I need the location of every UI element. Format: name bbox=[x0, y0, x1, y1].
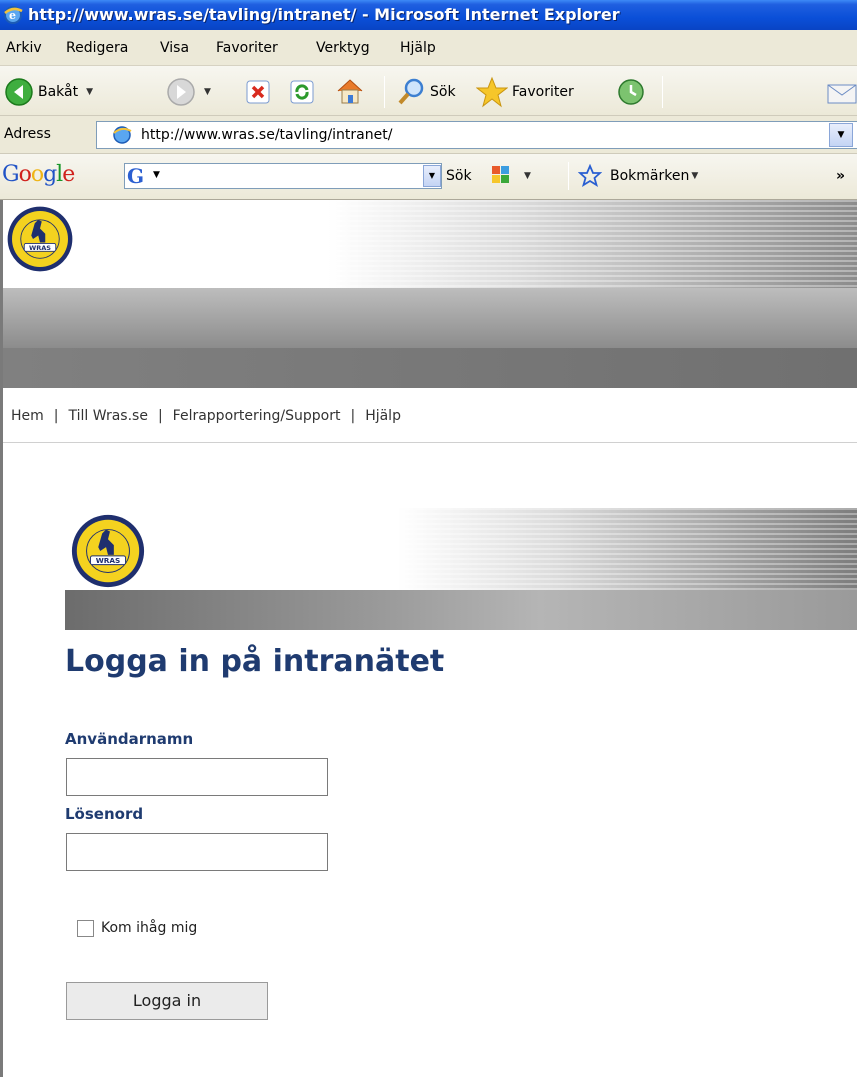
refresh-icon bbox=[290, 80, 314, 104]
page-icon bbox=[113, 126, 132, 144]
chevron-down-icon: ▼ bbox=[691, 171, 699, 181]
divider bbox=[3, 442, 857, 443]
stop-button[interactable] bbox=[244, 76, 272, 108]
search-button[interactable]: Sök bbox=[396, 76, 456, 108]
google-logo-letter: e bbox=[62, 162, 75, 187]
google-g-icon: G bbox=[127, 164, 145, 188]
back-button[interactable]: Bakåt ▼ bbox=[4, 76, 93, 108]
chevron-down-icon: ▼ bbox=[204, 87, 211, 97]
page-title: Logga in på intranätet bbox=[65, 644, 445, 679]
header-banner bbox=[3, 200, 857, 288]
window-title-bar: e http://www.wras.se/tavling/intranet/ -… bbox=[0, 0, 857, 30]
google-logo-letter: o bbox=[30, 162, 44, 187]
menu-redigera[interactable]: Redigera bbox=[66, 40, 128, 56]
address-label: Adress bbox=[4, 126, 51, 142]
google-logo-letter: o bbox=[18, 162, 32, 187]
google-logo: Google bbox=[2, 162, 75, 187]
history-button[interactable] bbox=[616, 76, 646, 108]
address-dropdown-button[interactable]: ▼ bbox=[829, 123, 853, 147]
bookmarks-button[interactable]: Bokmärken ▼ bbox=[578, 162, 698, 190]
stop-icon bbox=[246, 80, 270, 104]
wras-logo-large: WRAS bbox=[71, 514, 145, 588]
favorites-button[interactable]: Favoriter bbox=[476, 76, 574, 108]
google-logo-letter: G bbox=[2, 162, 20, 187]
password-label: Lösenord bbox=[65, 805, 144, 823]
svg-text:e: e bbox=[9, 9, 16, 22]
nav-link-wras[interactable]: Till Wras.se bbox=[69, 408, 148, 424]
chevron-down-icon: ▼ bbox=[86, 87, 94, 97]
login-gray-bar bbox=[65, 590, 857, 630]
header-gray-bar bbox=[3, 288, 857, 348]
login-button[interactable]: Logga in bbox=[66, 982, 268, 1020]
address-bar: Adress http://www.wras.se/tavling/intran… bbox=[0, 116, 857, 154]
menu-favoriter[interactable]: Favoriter bbox=[216, 40, 278, 56]
google-search-label: Sök bbox=[446, 168, 472, 184]
password-input[interactable] bbox=[66, 833, 328, 871]
refresh-button[interactable] bbox=[288, 76, 316, 108]
favorites-label: Favoriter bbox=[512, 84, 574, 100]
google-options-button[interactable]: ▼ bbox=[486, 162, 531, 190]
address-url: http://www.wras.se/tavling/intranet/ bbox=[141, 127, 393, 143]
web-page: WRAS Hem | Till Wras.se | Felrapportering/Su… bbox=[0, 200, 857, 1077]
menu-bar: Arkiv Redigera Visa Favoriter Verktyg Hj… bbox=[0, 30, 857, 66]
bookmarks-label: Bokmärken bbox=[610, 168, 690, 184]
star-outline-icon bbox=[578, 164, 602, 187]
search-icon bbox=[398, 78, 424, 105]
overflow-chevron-icon: » bbox=[836, 168, 846, 184]
google-search-input[interactable]: G ▼ ▼ bbox=[124, 163, 442, 189]
remember-me-label: Kom ihåg mig bbox=[101, 920, 198, 936]
top-navigation: Hem | Till Wras.se | Felrapportering/Support… bbox=[11, 408, 401, 424]
remember-me-checkbox[interactable] bbox=[77, 920, 94, 937]
back-label: Bakåt bbox=[38, 84, 79, 100]
home-button[interactable] bbox=[334, 76, 366, 108]
mail-button[interactable] bbox=[826, 76, 857, 108]
menu-visa[interactable]: Visa bbox=[160, 40, 189, 56]
logo-text: WRAS bbox=[96, 556, 121, 565]
home-icon bbox=[337, 79, 363, 104]
menu-arkiv[interactable]: Arkiv bbox=[6, 40, 42, 56]
username-input[interactable] bbox=[66, 758, 328, 796]
window-title: http://www.wras.se/tavling/intranet/ - M… bbox=[28, 5, 620, 24]
search-label: Sök bbox=[430, 84, 456, 100]
forward-arrow-icon bbox=[167, 78, 195, 106]
address-input[interactable]: http://www.wras.se/tavling/intranet/ ▼ bbox=[96, 121, 857, 149]
wras-logo: WRAS bbox=[7, 206, 73, 272]
history-icon bbox=[618, 79, 644, 105]
ie-logo-icon: e bbox=[4, 6, 23, 24]
header-dark-bar bbox=[3, 348, 857, 388]
menu-hjalp[interactable]: Hjälp bbox=[400, 40, 436, 56]
toolbar-overflow-button[interactable]: » bbox=[836, 162, 845, 190]
nav-link-support[interactable]: Felrapportering/Support bbox=[173, 408, 341, 424]
google-search-button[interactable]: Sök bbox=[446, 162, 472, 190]
username-label: Användarnamn bbox=[65, 730, 194, 748]
google-toolbar: Google G ▼ ▼ Sök ▼ Bokmärken ▼ » bbox=[0, 154, 857, 200]
chevron-down-icon: ▼ bbox=[524, 171, 531, 181]
google-logo-letter: g bbox=[43, 162, 57, 187]
logo-text: WRAS bbox=[29, 244, 51, 252]
back-arrow-icon bbox=[5, 78, 33, 106]
login-banner bbox=[65, 508, 857, 590]
puzzle-icon bbox=[492, 166, 509, 183]
standard-toolbar: Bakåt ▼ ▼ Sök Favoriter bbox=[0, 66, 857, 116]
nav-link-help[interactable]: Hjälp bbox=[365, 408, 401, 424]
google-search-dropdown[interactable]: ▼ bbox=[423, 165, 441, 187]
menu-verktyg[interactable]: Verktyg bbox=[316, 40, 370, 56]
nav-link-home[interactable]: Hem bbox=[11, 408, 44, 424]
mail-icon bbox=[827, 84, 857, 104]
chevron-down-icon: ▼ bbox=[153, 170, 160, 180]
star-icon bbox=[476, 76, 508, 108]
forward-button[interactable]: ▼ bbox=[166, 76, 211, 108]
